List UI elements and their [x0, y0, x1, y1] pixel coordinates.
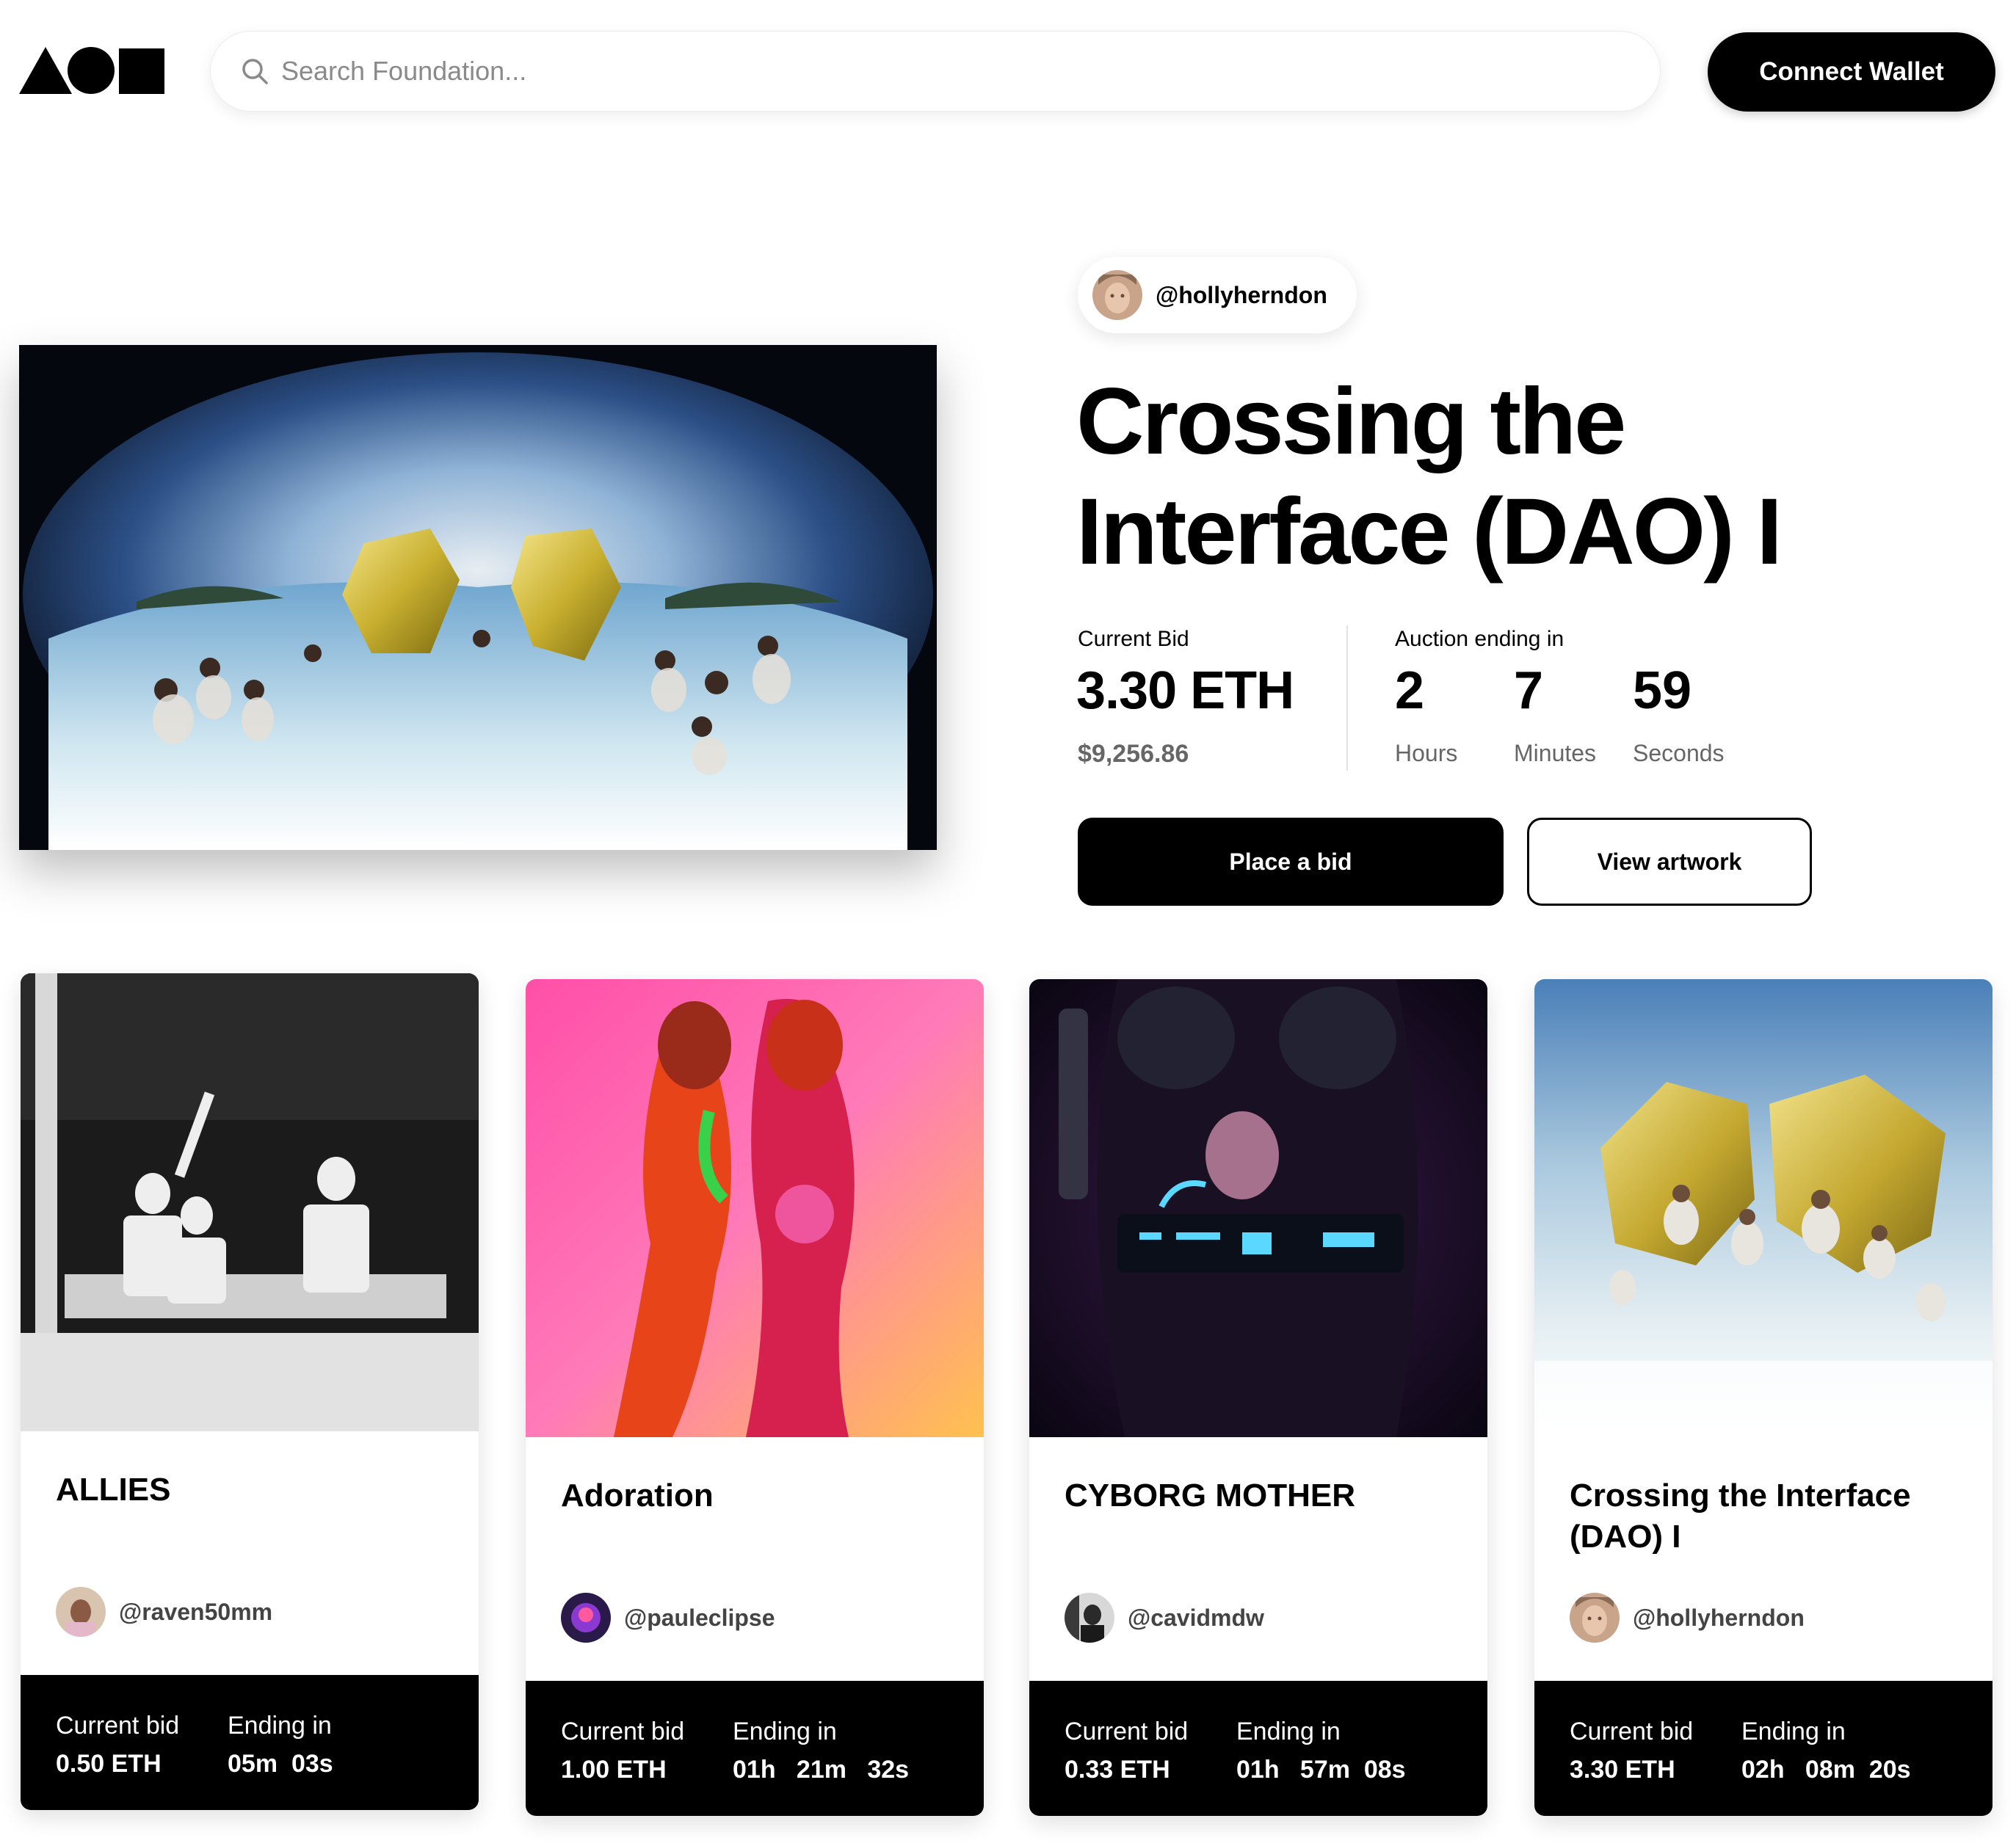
artwork-card[interactable]: CYBORG MOTHER @cavidmdw Current bid 0.33…	[1029, 979, 1487, 1816]
logo-triangle	[19, 47, 72, 94]
artwork-card[interactable]: ALLIES @raven50mm Current bid 0.50 ETH E…	[21, 973, 479, 1810]
current-bid-label: Current bid	[561, 1718, 685, 1745]
creator-avatar	[561, 1593, 611, 1643]
countdown-minutes-value: 7	[1514, 661, 1544, 720]
artwork-card-image[interactable]	[1534, 979, 1993, 1437]
artwork-card-image[interactable]	[1029, 979, 1487, 1437]
countdown-seconds-value: 59	[1633, 661, 1692, 720]
ending-in-label: Ending in	[1236, 1718, 1341, 1745]
hero-artwork-title: Crossing the Interface (DAO) I	[1076, 369, 1783, 584]
foundation-logo[interactable]	[19, 47, 166, 95]
creator-username: @pauleclipse	[624, 1604, 775, 1631]
artwork-card-creator[interactable]: @hollyherndon	[1570, 1593, 1805, 1643]
auction-ending-label: Auction ending in	[1395, 627, 1564, 651]
hero-creator-pill[interactable]: @hollyherndon	[1078, 257, 1357, 333]
current-bid-value: 1.00 ETH	[561, 1756, 667, 1784]
artwork-card-title[interactable]: ALLIES	[56, 1469, 452, 1511]
current-bid-value: 3.30 ETH	[1570, 1756, 1675, 1784]
current-bid-value: 3.30 ETH	[1076, 661, 1294, 720]
search-bar[interactable]	[210, 31, 1661, 112]
ending-in-value: 02h 08m 20s	[1741, 1756, 1911, 1784]
artwork-card-footer: Current bid 3.30 ETH Ending in 02h 08m 2…	[1534, 1681, 1993, 1816]
artwork-card-footer: Current bid 0.50 ETH Ending in 05m 03s	[21, 1675, 479, 1810]
stat-divider	[1346, 625, 1348, 771]
artwork-card-image[interactable]	[21, 973, 479, 1431]
countdown-hours-value: 2	[1395, 661, 1425, 720]
ending-in-value: 01h 21m 32s	[733, 1756, 910, 1784]
creator-avatar	[1065, 1593, 1114, 1643]
hero-artwork-image[interactable]	[19, 345, 937, 850]
artwork-card[interactable]: Adoration @pauleclipse Current bid 1.00 …	[526, 979, 984, 1816]
current-bid-label: Current bid	[1065, 1718, 1189, 1745]
hero-creator-avatar	[1092, 270, 1142, 320]
ending-in-value: 05m 03s	[228, 1750, 333, 1778]
ending-in-value: 01h 57m 08s	[1236, 1756, 1406, 1784]
ending-in-label: Ending in	[228, 1712, 332, 1740]
ending-in-label: Ending in	[733, 1718, 837, 1745]
current-bid-value: 0.33 ETH	[1065, 1756, 1170, 1784]
countdown-seconds-label: Seconds	[1633, 740, 1725, 766]
creator-avatar	[1570, 1593, 1620, 1643]
current-bid-label: Current bid	[56, 1712, 180, 1740]
artwork-card-creator[interactable]: @pauleclipse	[561, 1593, 775, 1643]
creator-username: @cavidmdw	[1128, 1604, 1264, 1631]
countdown-hours-label: Hours	[1395, 740, 1458, 766]
place-bid-button[interactable]: Place a bid	[1078, 818, 1504, 906]
hero-artwork-illustration	[19, 345, 937, 850]
search-icon	[242, 59, 268, 84]
logo-circle	[68, 47, 115, 94]
connect-wallet-button[interactable]: Connect Wallet	[1708, 32, 1995, 112]
creator-username: @raven50mm	[119, 1598, 273, 1625]
creator-avatar	[56, 1587, 106, 1637]
artwork-card-image[interactable]	[526, 979, 984, 1437]
creator-username: @hollyherndon	[1633, 1604, 1805, 1631]
artwork-card-title[interactable]: CYBORG MOTHER	[1065, 1475, 1461, 1516]
current-bid-label: Current Bid	[1078, 627, 1189, 651]
search-input[interactable]	[281, 32, 1632, 111]
artwork-card-footer: Current bid 0.33 ETH Ending in 01h 57m 0…	[1029, 1681, 1487, 1816]
artwork-card-creator[interactable]: @raven50mm	[56, 1587, 272, 1637]
artwork-card-creator[interactable]: @cavidmdw	[1065, 1593, 1264, 1643]
artwork-card-footer: Current bid 1.00 ETH Ending in 01h 21m 3…	[526, 1681, 984, 1816]
view-artwork-button[interactable]: View artwork	[1527, 818, 1812, 906]
artwork-card[interactable]: Crossing the Interface (DAO) I @hollyher…	[1534, 979, 1993, 1816]
hero-creator-name: @hollyherndon	[1156, 281, 1327, 308]
artwork-card-title[interactable]: Crossing the Interface (DAO) I	[1570, 1475, 1966, 1558]
current-bid-label: Current bid	[1570, 1718, 1694, 1745]
countdown-minutes-label: Minutes	[1514, 740, 1597, 766]
logo-square	[119, 48, 164, 94]
current-bid-usd: $9,256.86	[1078, 740, 1189, 768]
current-bid-value: 0.50 ETH	[56, 1750, 162, 1778]
ending-in-label: Ending in	[1741, 1718, 1846, 1745]
artwork-card-title[interactable]: Adoration	[561, 1475, 957, 1516]
